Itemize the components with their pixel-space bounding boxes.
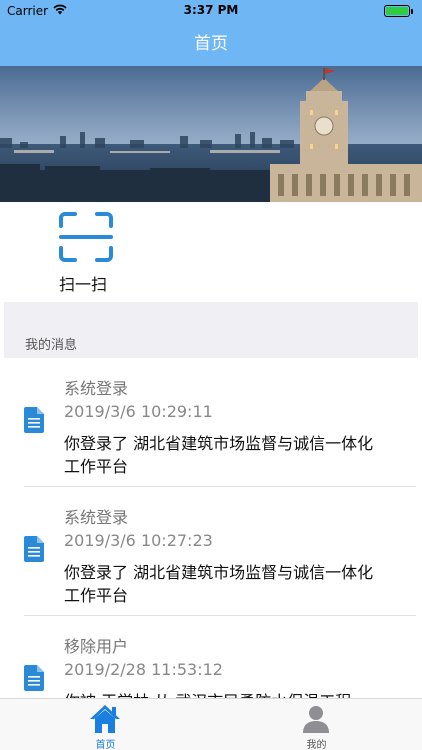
tab-home-label: 首页 [95, 740, 116, 750]
list-item[interactable]: 移除用户 2019/2/28 11:53:12 你被 王学林 从 武汉市民勇防水… [24, 616, 416, 698]
message-list[interactable]: 系统登录 2019/3/6 10:29:11 你登录了 湖北省建筑市场监督与诚信… [0, 358, 422, 698]
list-item[interactable]: 系统登录 2019/3/6 10:29:11 你登录了 湖北省建筑市场监督与诚信… [24, 358, 416, 487]
quick-actions: 扫一扫 [0, 202, 422, 302]
document-icon [24, 536, 44, 562]
user-icon [303, 706, 329, 733]
scan-label[interactable]: 扫一扫 [59, 271, 107, 295]
message-time: 2019/2/28 11:53:12 [64, 660, 223, 679]
scan-icon[interactable] [59, 212, 113, 262]
message-content: 你登录了 湖北省建筑市场监督与诚信一体化工作平台 [64, 563, 374, 605]
clock: 3:37 PM [183, 3, 239, 17]
battery-level [386, 7, 408, 15]
list-item[interactable]: 系统登录 2019/3/6 10:27:23 你登录了 湖北省建筑市场监督与诚信… [24, 487, 416, 616]
message-title: 系统登录 [64, 379, 129, 398]
navigation-bar: 首页 [0, 22, 422, 66]
message-content: 你被 王学林 从 武汉市民勇防水保温工程 [64, 690, 384, 698]
message-content: 你登录了 湖北省建筑市场监督与诚信一体化工作平台 [64, 434, 374, 476]
section-title: 我的消息 [25, 338, 78, 353]
tab-mine-label: 我的 [306, 740, 327, 750]
tab-mine[interactable]: 我的 [211, 699, 422, 750]
message-time: 2019/3/6 10:27:23 [64, 531, 213, 550]
message-title: 系统登录 [64, 508, 129, 527]
message-time: 2019/3/6 10:29:11 [64, 402, 213, 421]
battery-icon [384, 5, 413, 17]
document-icon [24, 407, 44, 433]
message-title: 移除用户 [64, 637, 129, 656]
messages-section-header: 我的消息 [4, 302, 418, 358]
tab-bar: 首页 我的 [0, 698, 422, 750]
banner-image [0, 66, 422, 202]
tab-home[interactable]: 首页 [0, 699, 211, 750]
page-title: 首页 [194, 34, 228, 54]
status-bar: Carrier 3:37 PM [0, 0, 422, 22]
document-icon [24, 665, 44, 691]
home-icon [90, 705, 120, 733]
city-skyline-illustration [0, 66, 422, 202]
